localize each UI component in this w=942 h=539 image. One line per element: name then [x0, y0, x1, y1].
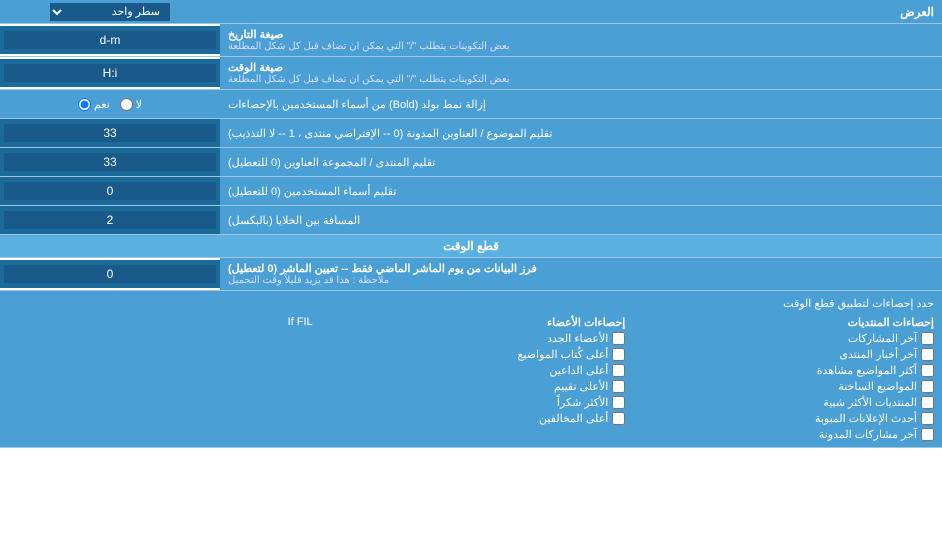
- main-container: العرض سطر واحدسطرينثلاثة أسطر صيغة التار…: [0, 0, 942, 539]
- cutoff-label: فرز البيانات من يوم الماشر الماضي فقط --…: [220, 258, 942, 290]
- checkbox-label-m1: الأعضاء الجدد: [547, 332, 608, 345]
- checkbox-item-1: آخر المشاركات: [625, 332, 934, 345]
- checkbox-label-6: أحدث الإعلانات المبوبة: [815, 412, 917, 425]
- forum-stats-col: إحصاءات المنتديات آخر المشاركات آخر أخبا…: [625, 316, 934, 441]
- checkbox-input-7[interactable]: [921, 428, 934, 441]
- checkbox-label-m6: أعلى المخالفين: [539, 412, 608, 425]
- checkbox-item-m2: أعلى كُتاب المواضيع: [317, 348, 626, 361]
- checkbox-label-m3: أعلى الداعين: [549, 364, 608, 377]
- usernames-label: تقليم أسماء المستخدمين (0 للتعطيل): [220, 177, 942, 205]
- checkboxes-grid: إحصاءات المنتديات آخر المشاركات آخر أخبا…: [0, 314, 942, 443]
- checkbox-item-m5: الأكثر شكراً: [317, 396, 626, 409]
- checkbox-item-7: آخر مشاركات المدونة: [625, 428, 934, 441]
- cutoff-section-header: قطع الوقت: [0, 235, 942, 258]
- forum-group-label: تقليم المنتدى / المجموعة العناوين (0 للت…: [220, 148, 942, 176]
- cutoff-input-area: [0, 260, 220, 288]
- checkbox-label-5: المنتديات الأكثر شبية: [823, 396, 917, 409]
- subject-titles-row: تقليم الموضوع / العناوين المدونة (0 -- ا…: [0, 119, 942, 148]
- radio-no-label: لا: [136, 98, 142, 111]
- checkboxes-top-label: حدد إحصاءات لتطبيق قطع الوقت: [0, 295, 942, 314]
- radio-yes: نعم: [78, 98, 110, 111]
- date-format-input[interactable]: [4, 31, 216, 49]
- bold-remove-row: إزالة نمط بولد (Bold) من أسماء المستخدمي…: [0, 90, 942, 119]
- checkbox-item-2: آخر أخبار المنتدى: [625, 348, 934, 361]
- date-format-input-area: [0, 26, 220, 54]
- display-select[interactable]: سطر واحدسطرينثلاثة أسطر: [50, 3, 170, 21]
- subject-titles-label: تقليم الموضوع / العناوين المدونة (0 -- ا…: [220, 119, 942, 147]
- radio-yes-input[interactable]: [78, 98, 91, 111]
- checkbox-input-4[interactable]: [921, 380, 934, 393]
- checkbox-input-1[interactable]: [921, 332, 934, 345]
- checkbox-input-3[interactable]: [921, 364, 934, 377]
- checkbox-label-2: آخر أخبار المنتدى: [839, 348, 917, 361]
- cutoff-input[interactable]: [4, 265, 216, 283]
- bold-remove-radio-area: نعم لا: [0, 96, 220, 113]
- cell-spacing-input-area: [0, 206, 220, 234]
- checkboxes-section: حدد إحصاءات لتطبيق قطع الوقت إحصاءات الم…: [0, 291, 942, 448]
- cutoff-row: فرز البيانات من يوم الماشر الماضي فقط --…: [0, 258, 942, 291]
- checkbox-item-m4: الأعلى تقييم: [317, 380, 626, 393]
- checkbox-item-6: أحدث الإعلانات المبوبة: [625, 412, 934, 425]
- checkbox-item-3: أكثر المواضيع مشاهدة: [625, 364, 934, 377]
- usernames-input-area: [0, 177, 220, 205]
- if-fil-text: If FIL: [8, 316, 317, 328]
- member-stats-col: إحصاءات الأعضاء الأعضاء الجدد أعلى كُتاب…: [317, 316, 626, 441]
- checkbox-label-m5: الأكثر شكراً: [557, 396, 608, 409]
- date-format-row: صيغة التاريخ بعض التكوينات يتطلب "/" الت…: [0, 24, 942, 57]
- checkbox-input-m3[interactable]: [612, 364, 625, 377]
- checkbox-item-m6: أعلى المخالفين: [317, 412, 626, 425]
- checkbox-input-m5[interactable]: [612, 396, 625, 409]
- time-format-label: صيغة الوقت بعض التكوينات يتطلب "/" التي …: [220, 57, 942, 89]
- time-format-input-area: [0, 59, 220, 87]
- checkbox-label-3: أكثر المواضيع مشاهدة: [817, 364, 917, 377]
- checkbox-input-m6[interactable]: [612, 412, 625, 425]
- checkbox-input-5[interactable]: [921, 396, 934, 409]
- cell-spacing-row: المسافة بين الخلايا (بالبكسل): [0, 206, 942, 235]
- checkbox-item-m1: الأعضاء الجدد: [317, 332, 626, 345]
- forum-group-input[interactable]: [4, 153, 216, 171]
- checkbox-item-5: المنتديات الأكثر شبية: [625, 396, 934, 409]
- checkbox-label-4: المواضيع الساخنة: [838, 380, 917, 393]
- time-format-row: صيغة الوقت بعض التكوينات يتطلب "/" التي …: [0, 57, 942, 90]
- subject-titles-input[interactable]: [4, 124, 216, 142]
- cell-spacing-label: المسافة بين الخلايا (بالبكسل): [220, 206, 942, 234]
- subject-titles-input-area: [0, 119, 220, 147]
- checkbox-item-m3: أعلى الداعين: [317, 364, 626, 377]
- checkbox-input-m2[interactable]: [612, 348, 625, 361]
- checkbox-input-m1[interactable]: [612, 332, 625, 345]
- display-label: العرض: [220, 2, 942, 22]
- checkbox-label-7: آخر مشاركات المدونة: [819, 428, 917, 441]
- bold-remove-label: إزالة نمط بولد (Bold) من أسماء المستخدمي…: [220, 90, 942, 118]
- usernames-input[interactable]: [4, 182, 216, 200]
- checkbox-input-m4[interactable]: [612, 380, 625, 393]
- radio-no: لا: [120, 98, 142, 111]
- forum-group-input-area: [0, 148, 220, 176]
- radio-no-input[interactable]: [120, 98, 133, 111]
- checkbox-label-m4: الأعلى تقييم: [554, 380, 608, 393]
- cell-spacing-input[interactable]: [4, 211, 216, 229]
- forum-group-row: تقليم المنتدى / المجموعة العناوين (0 للت…: [0, 148, 942, 177]
- checkbox-input-2[interactable]: [921, 348, 934, 361]
- time-format-input[interactable]: [4, 64, 216, 82]
- radio-yes-label: نعم: [94, 98, 110, 111]
- checkbox-label-m2: أعلى كُتاب المواضيع: [518, 348, 609, 361]
- usernames-row: تقليم أسماء المستخدمين (0 للتعطيل): [0, 177, 942, 206]
- display-select-area: سطر واحدسطرينثلاثة أسطر: [0, 1, 220, 23]
- forum-stats-header: إحصاءات المنتديات: [625, 316, 934, 329]
- extra-col: If FIL: [8, 316, 317, 441]
- checkbox-input-6[interactable]: [921, 412, 934, 425]
- checkbox-label-1: آخر المشاركات: [848, 332, 917, 345]
- date-format-label: صيغة التاريخ بعض التكوينات يتطلب "/" الت…: [220, 24, 942, 56]
- checkbox-item-4: المواضيع الساخنة: [625, 380, 934, 393]
- member-stats-header: إحصاءات الأعضاء: [317, 316, 626, 329]
- display-row: العرض سطر واحدسطرينثلاثة أسطر: [0, 0, 942, 24]
